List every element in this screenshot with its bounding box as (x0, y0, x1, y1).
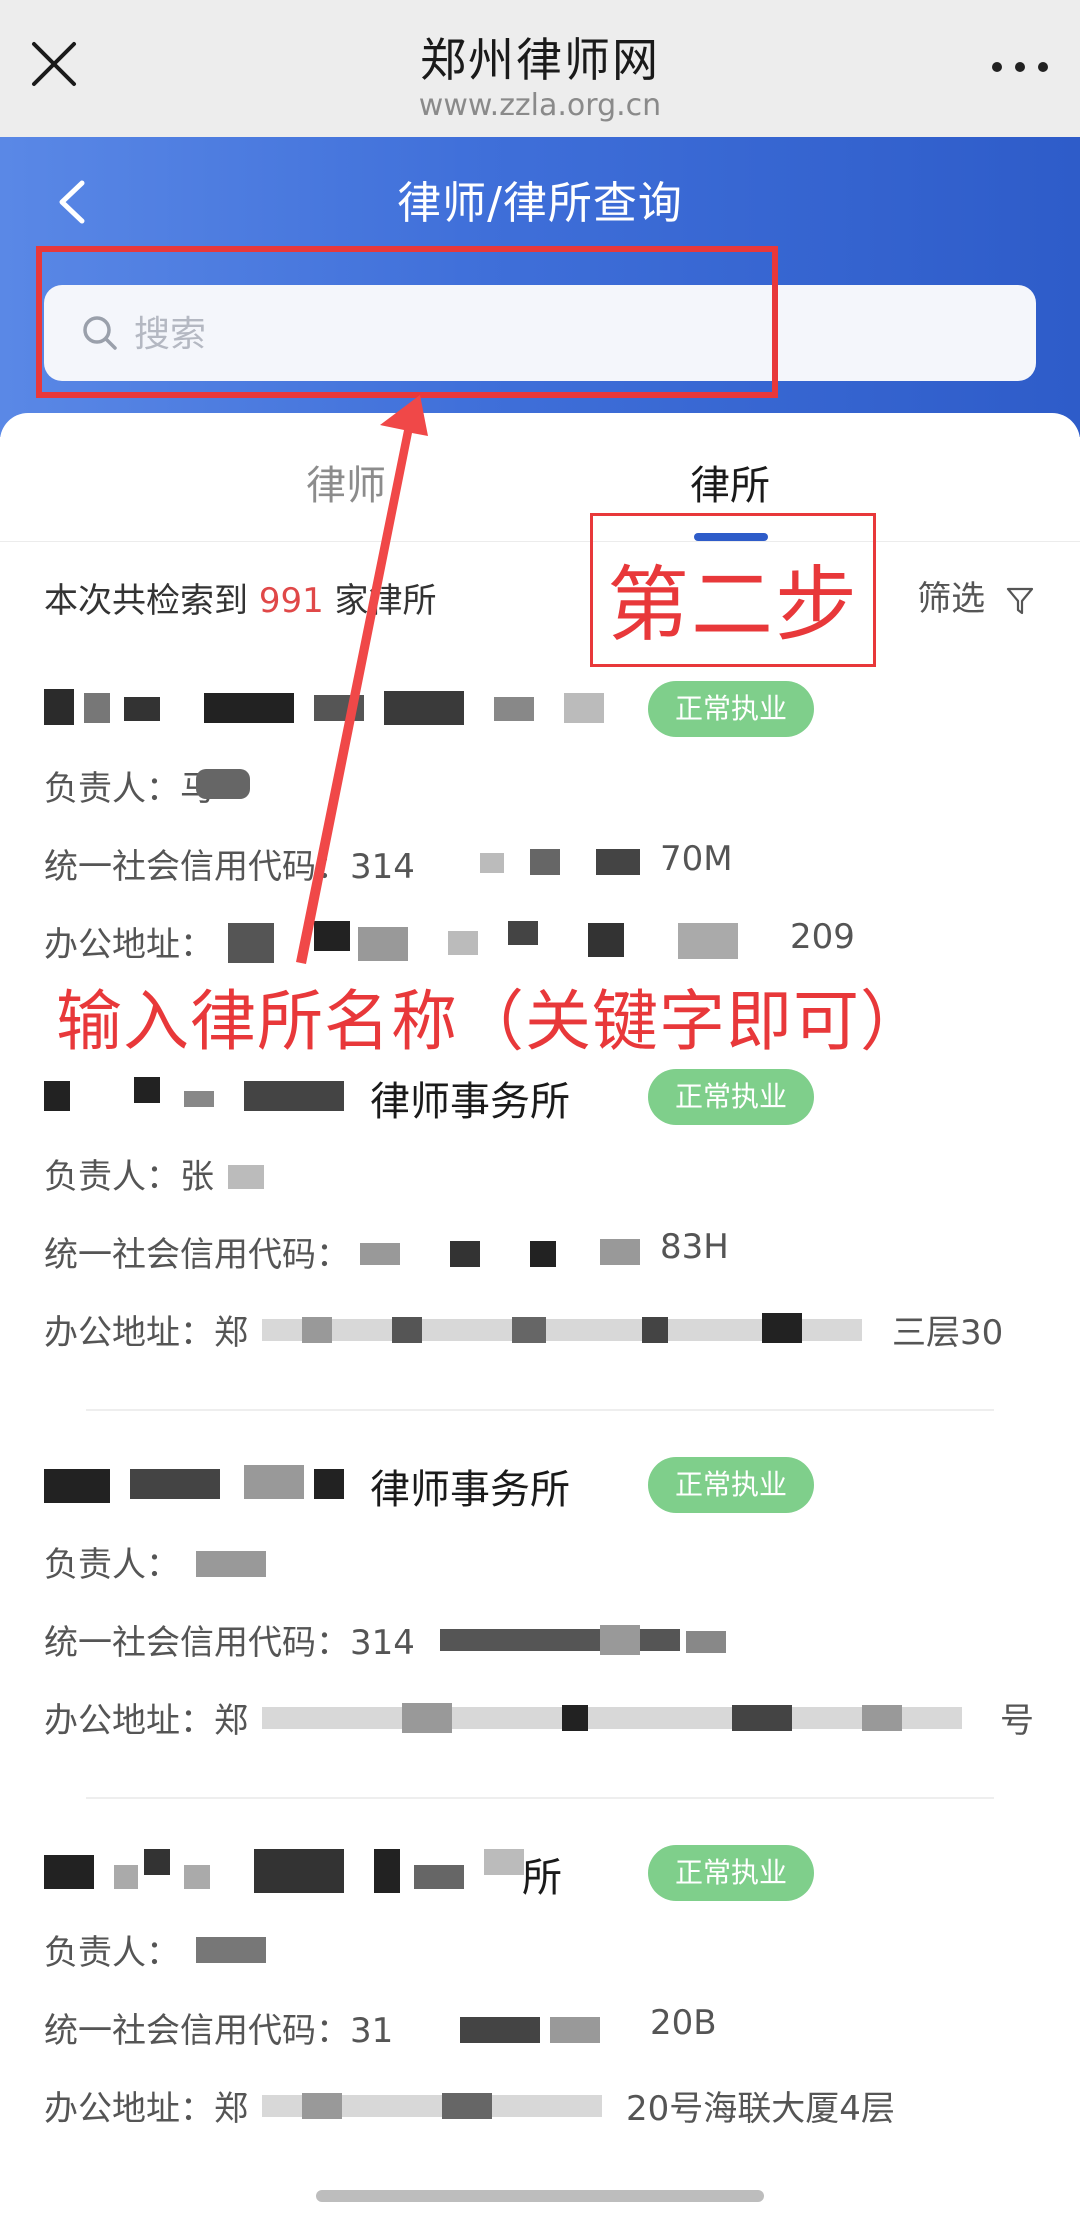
redaction-mosaic (44, 1461, 374, 1509)
redaction-mosaic (228, 1157, 308, 1193)
firm-credit-code: 统一社会信用代码：314 (44, 839, 415, 888)
redaction-mosaic (440, 1619, 730, 1659)
firm-person: 负责人：马 (44, 761, 214, 810)
filter-button[interactable]: 筛选 (917, 571, 1034, 620)
firm-credit-code: 统一社会信用代码： (44, 1227, 350, 1276)
firm-name: 律师事务所 (370, 1467, 570, 1513)
filter-icon (1006, 587, 1034, 614)
credit-code-value: 314 (350, 1623, 415, 1663)
redaction-mosaic (262, 1697, 992, 1741)
firm-person: 负责人： (44, 1537, 180, 1586)
redaction-mosaic (196, 1931, 276, 1967)
firm-person: 负责人： (44, 1925, 180, 1974)
redaction-mosaic (262, 1309, 892, 1353)
browser-top-bar: 郑州律师网 www.zzla.org.cn (0, 0, 1080, 137)
credit-code-tail: 70M (660, 839, 733, 879)
address-label: 办公地址： (44, 1701, 214, 1741)
credit-code-label: 统一社会信用代码： (44, 2011, 350, 2051)
site-url: www.zzla.org.cn (418, 88, 662, 123)
step-two-annotation-box: 第二步 (590, 513, 876, 667)
person-label: 负责人： (44, 769, 180, 809)
redaction-mosaic (196, 761, 256, 805)
person-label: 负责人： (44, 1933, 180, 1973)
firm-address: 办公地址：郑 (44, 1693, 248, 1742)
credit-code-tail: 20B (650, 2003, 717, 2043)
address-tail: 号 (1000, 1701, 1034, 1741)
address-tail: 209 (790, 917, 855, 957)
redaction-mosaic (196, 1543, 276, 1579)
result-count-suffix: 家律所 (334, 581, 437, 621)
item-divider (86, 1409, 994, 1411)
address-value: 郑 (214, 1701, 248, 1741)
list-item[interactable]: 律师事务所 正常执业 负责人：张 统一社会信用代码： 83H 办公地址：郑 三层… (0, 1069, 1080, 1457)
status-badge: 正常执业 (648, 681, 814, 737)
page-title: 律师/律所查询 (397, 178, 683, 229)
step-two-annotation: 第二步 (606, 558, 859, 653)
address-tail: 20号海联大厦4层 (626, 2089, 895, 2129)
item-divider (86, 1797, 994, 1799)
credit-code-label: 统一社会信用代码： (44, 1235, 350, 1275)
firm-name: 律师事务所 (370, 1079, 570, 1125)
redaction-mosaic (44, 1845, 524, 1897)
status-badge: 正常执业 (648, 1069, 814, 1125)
redaction-mosaic (44, 1073, 374, 1117)
instruction-annotation: 输入律所名称（关键字即可） (56, 983, 927, 1060)
address-tail: 三层30 (892, 1313, 1004, 1353)
credit-code-label: 统一社会信用代码： (44, 1623, 350, 1663)
redaction-mosaic (228, 917, 788, 967)
filter-label: 筛选 (917, 579, 986, 619)
firm-credit-code: 统一社会信用代码：31 (44, 2003, 393, 2052)
redaction-mosaic (420, 2009, 640, 2049)
tab-lawyer[interactable]: 律师 (306, 453, 386, 511)
address-label: 办公地址： (44, 925, 214, 965)
person-label: 负责人： (44, 1157, 180, 1197)
status-badge: 正常执业 (648, 1457, 814, 1513)
status-badge: 正常执业 (648, 1845, 814, 1901)
redaction-mosaic (44, 683, 644, 733)
redaction-mosaic (262, 2085, 622, 2129)
search-highlight-box (36, 246, 778, 398)
site-title: 郑州律师网 (420, 33, 660, 87)
firm-address: 办公地址：郑 (44, 1305, 248, 1354)
firm-address: 办公地址： (44, 917, 214, 966)
result-count-prefix: 本次共检索到 (44, 581, 248, 621)
credit-code-label: 统一社会信用代码： (44, 847, 350, 887)
credit-code-tail: 83H (660, 1227, 729, 1267)
result-count: 本次共检索到 991 家律所 (44, 573, 437, 622)
list-item[interactable]: 律师事务所 正常执业 负责人： 统一社会信用代码：314 办公地址：郑 号 (0, 1457, 1080, 1845)
address-label: 办公地址： (44, 2089, 214, 2129)
more-options-icon[interactable] (990, 52, 1050, 82)
tab-law-firm[interactable]: 律所 (690, 453, 770, 511)
credit-code-value: 314 (350, 847, 415, 887)
firm-credit-code: 统一社会信用代码：314 (44, 1615, 415, 1664)
address-value: 郑 (214, 1313, 248, 1353)
redaction-mosaic (420, 847, 660, 883)
address-value: 郑 (214, 2089, 248, 2129)
person-label: 负责人： (44, 1545, 180, 1585)
list-item[interactable]: 所 正常执业 负责人： 统一社会信用代码：31 20B 办公地址：郑 20号海联… (0, 1845, 1080, 2233)
redaction-mosaic (360, 1233, 660, 1273)
person-value: 张 (180, 1157, 214, 1197)
firm-person: 负责人：张 (44, 1149, 214, 1198)
result-count-number: 991 (258, 581, 324, 621)
firm-name: 所 (522, 1855, 562, 1901)
home-indicator[interactable] (316, 2190, 764, 2202)
credit-code-value: 31 (350, 2011, 394, 2051)
tab-bar: 律师 律所 (0, 413, 1080, 542)
firm-address: 办公地址：郑 (44, 2081, 248, 2130)
content-panel: 律师 律所 本次共检索到 991 家律所 筛选 第二步 正常执业 负责人：马 (0, 413, 1080, 2220)
address-label: 办公地址： (44, 1313, 214, 1353)
